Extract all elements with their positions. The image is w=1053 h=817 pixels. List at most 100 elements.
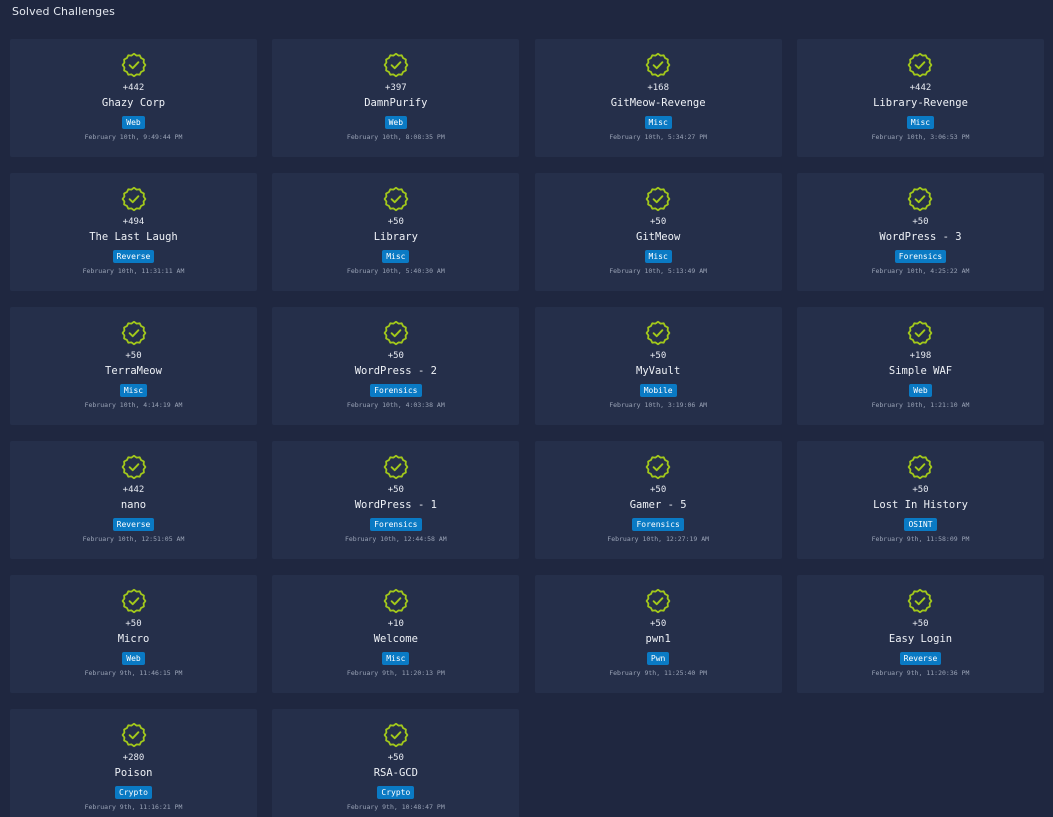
solved-timestamp: February 10th, 4:14:19 AM	[84, 401, 183, 409]
category-badge: Misc	[382, 652, 410, 665]
solved-timestamp: February 9th, 11:46:15 PM	[84, 669, 183, 677]
challenge-card[interactable]: +50 Micro Web February 9th, 11:46:15 PM	[10, 575, 257, 693]
challenge-name: MyVault	[636, 365, 681, 377]
challenge-card[interactable]: +280 Poison Crypto February 9th, 11:16:2…	[10, 709, 257, 817]
category-badge: Reverse	[899, 652, 942, 665]
check-badge-icon	[645, 588, 671, 614]
challenge-points: +50	[912, 217, 929, 227]
category-badge: Forensics	[632, 518, 684, 531]
solved-timestamp: February 9th, 11:58:09 PM	[871, 535, 970, 543]
challenge-points: +397	[384, 83, 407, 93]
solved-timestamp: February 10th, 3:19:06 AM	[609, 401, 708, 409]
challenge-grid: +442 Ghazy Corp Web February 10th, 9:49:…	[10, 39, 1044, 817]
category-badge: Misc	[906, 116, 935, 129]
check-badge-icon	[907, 454, 933, 480]
check-badge-icon	[907, 588, 933, 614]
challenge-card[interactable]: +50 WordPress - 1 Forensics February 10t…	[272, 441, 520, 559]
challenge-card[interactable]: +50 Lost In History OSINT February 9th, …	[796, 441, 1044, 559]
check-badge-icon	[645, 320, 671, 346]
check-badge-icon	[383, 186, 409, 212]
check-badge-icon	[383, 722, 409, 748]
category-badge: OSINT	[904, 518, 937, 531]
challenge-card[interactable]: +50 Gamer - 5 Forensics February 10th, 1…	[534, 441, 782, 559]
challenge-card[interactable]: +442 nano Reverse February 10th, 12:51:0…	[10, 441, 257, 559]
check-badge-icon	[383, 454, 409, 480]
check-badge-icon	[907, 320, 933, 346]
challenge-points: +50	[650, 217, 667, 227]
challenge-name: Gamer - 5	[629, 499, 687, 511]
check-badge-icon	[121, 186, 147, 212]
challenge-points: +198	[909, 351, 932, 361]
check-badge-icon	[121, 588, 147, 614]
challenge-name: Library-Revenge	[873, 97, 968, 109]
challenge-name: The Last Laugh	[89, 231, 178, 243]
category-badge: Misc	[119, 384, 148, 397]
category-badge: Misc	[644, 250, 672, 263]
challenge-name: pwn1	[645, 633, 671, 645]
challenge-points: +10	[387, 619, 404, 629]
challenge-card[interactable]: +50 GitMeow Misc February 10th, 5:13:49 …	[534, 173, 782, 291]
challenge-points: +494	[122, 217, 145, 227]
category-badge: Web	[384, 116, 408, 129]
challenge-card[interactable]: +168 GitMeow-Revenge Misc February 10th,…	[534, 39, 782, 157]
category-badge: Forensics	[370, 384, 422, 397]
category-badge: Web	[909, 384, 932, 397]
solved-timestamp: February 10th, 11:31:11 AM	[82, 267, 185, 275]
challenge-points: +50	[125, 619, 142, 629]
challenge-points: +280	[122, 753, 145, 763]
solved-timestamp: February 10th, 12:27:19 AM	[607, 535, 710, 543]
challenge-card[interactable]: +10 Welcome Misc February 9th, 11:20:13 …	[272, 575, 520, 693]
challenge-points: +442	[909, 83, 932, 93]
challenge-name: Easy Login	[888, 633, 953, 645]
check-badge-icon	[907, 52, 933, 78]
category-badge: Web	[122, 116, 145, 129]
category-badge: Misc	[644, 116, 672, 129]
solved-timestamp: February 9th, 11:20:36 PM	[871, 669, 970, 677]
check-badge-icon	[121, 320, 147, 346]
solved-timestamp: February 10th, 4:03:38 AM	[346, 401, 445, 409]
challenge-name: Ghazy Corp	[101, 97, 166, 109]
challenge-name: Simple WAF	[888, 365, 953, 377]
category-badge: Crypto	[377, 786, 415, 799]
challenge-points: +50	[387, 753, 404, 763]
solved-timestamp: February 10th, 12:51:05 AM	[82, 535, 185, 543]
challenge-card[interactable]: +442 Library-Revenge Misc February 10th,…	[796, 39, 1044, 157]
check-badge-icon	[907, 186, 933, 212]
challenge-card[interactable]: +50 WordPress - 2 Forensics February 10t…	[272, 307, 520, 425]
solved-timestamp: February 10th, 5:34:27 PM	[609, 133, 708, 141]
solved-timestamp: February 10th, 5:40:30 AM	[346, 267, 445, 275]
challenge-card[interactable]: +50 MyVault Mobile February 10th, 3:19:0…	[534, 307, 782, 425]
challenge-card[interactable]: +50 Easy Login Reverse February 9th, 11:…	[796, 575, 1044, 693]
challenge-points: +50	[650, 485, 667, 495]
challenge-card[interactable]: +494 The Last Laugh Reverse February 10t…	[10, 173, 257, 291]
challenge-name: Library	[373, 231, 418, 243]
challenge-name: GitMeow-Revenge	[610, 97, 706, 109]
challenge-card[interactable]: +50 WordPress - 3 Forensics February 10t…	[796, 173, 1044, 291]
challenge-card[interactable]: +198 Simple WAF Web February 10th, 1:21:…	[796, 307, 1044, 425]
solved-timestamp: February 10th, 4:25:22 AM	[871, 267, 970, 275]
challenge-card[interactable]: +50 RSA-GCD Crypto February 9th, 10:48:4…	[272, 709, 520, 817]
check-badge-icon	[383, 52, 409, 78]
challenge-name: TerraMeow	[105, 365, 162, 377]
category-badge: Pwn	[646, 652, 670, 665]
challenge-name: Lost In History	[873, 499, 968, 511]
challenge-card[interactable]: +50 pwn1 Pwn February 9th, 11:25:40 PM	[534, 575, 782, 693]
check-badge-icon	[121, 722, 147, 748]
challenge-name: WordPress - 3	[879, 231, 962, 243]
challenge-points: +442	[122, 485, 145, 495]
check-badge-icon	[121, 52, 147, 78]
challenge-card[interactable]: +397 DamnPurify Web February 10th, 8:08:…	[272, 39, 520, 157]
challenge-name: WordPress - 2	[354, 365, 437, 377]
challenge-points: +168	[647, 83, 669, 93]
category-badge: Crypto	[115, 786, 152, 799]
solved-timestamp: February 10th, 9:49:44 PM	[84, 133, 183, 141]
challenge-points: +50	[387, 351, 404, 361]
challenge-card[interactable]: +50 Library Misc February 10th, 5:40:30 …	[272, 173, 520, 291]
solved-timestamp: February 9th, 11:25:40 PM	[609, 669, 708, 677]
challenge-name: GitMeow	[636, 231, 681, 243]
challenge-points: +50	[650, 619, 667, 629]
challenge-card[interactable]: +442 Ghazy Corp Web February 10th, 9:49:…	[10, 39, 257, 157]
category-badge: Forensics	[894, 250, 947, 263]
challenge-card[interactable]: +50 TerraMeow Misc February 10th, 4:14:1…	[10, 307, 257, 425]
solved-challenges-page: Solved Challenges +442 Ghazy Corp Web Fe…	[0, 0, 1053, 817]
